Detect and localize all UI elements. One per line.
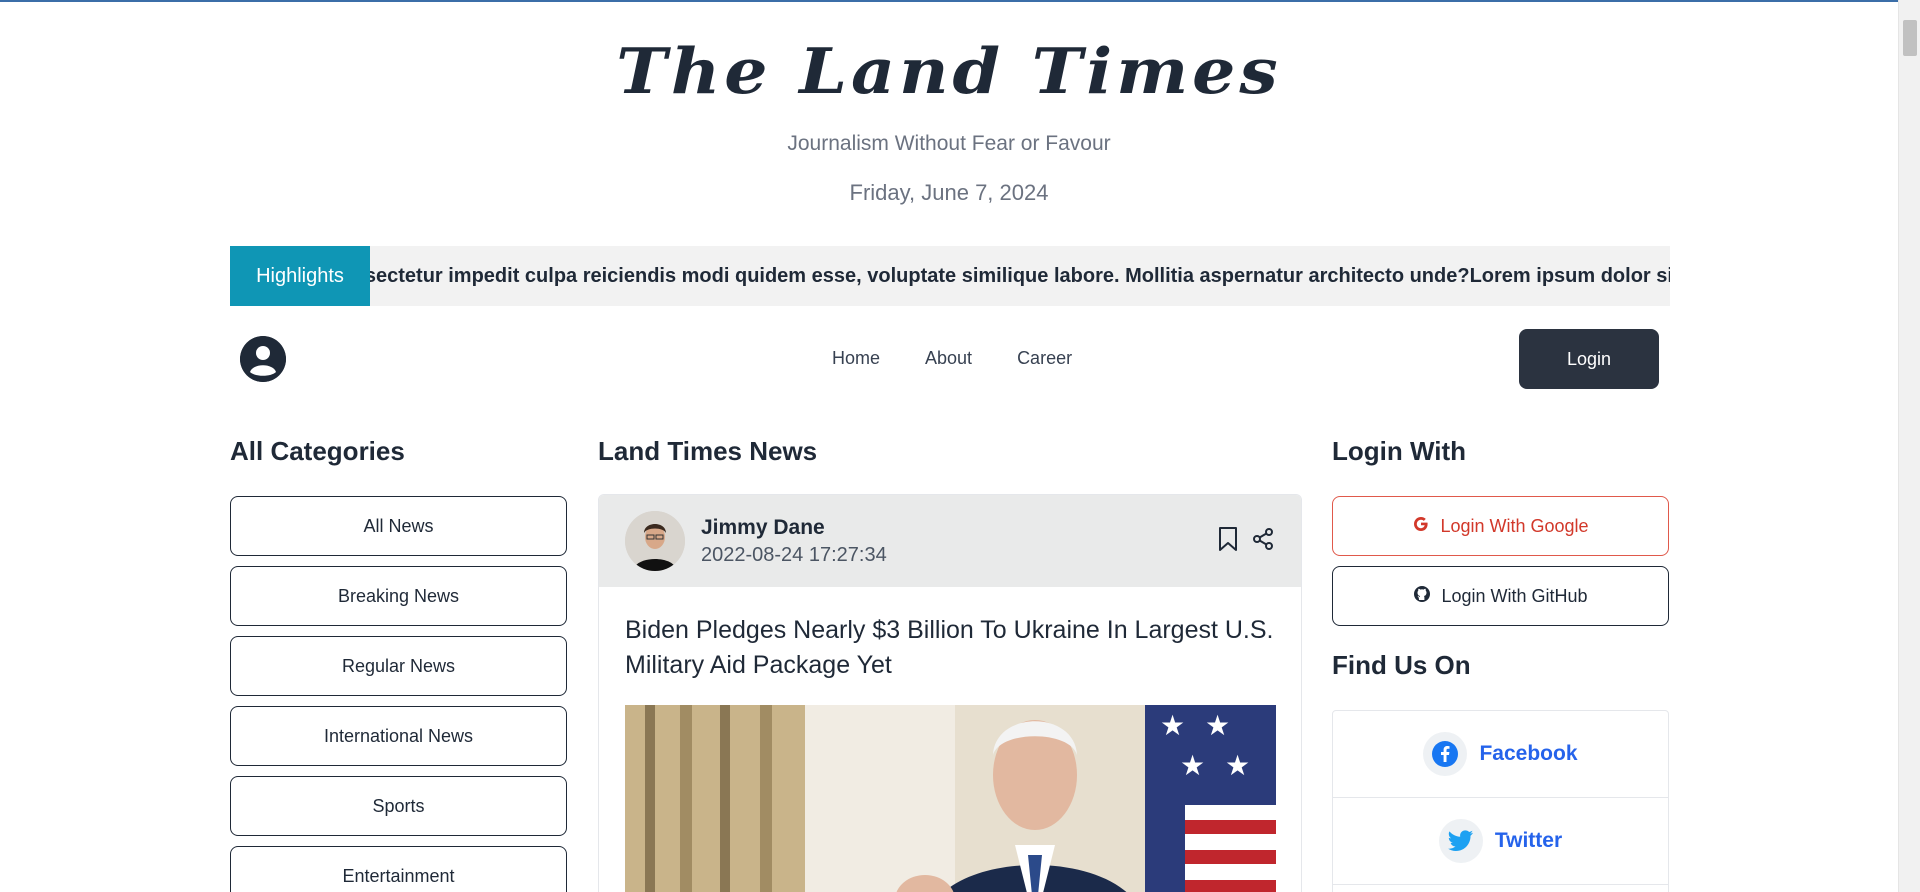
category-regular-news[interactable]: Regular News bbox=[230, 636, 567, 696]
facebook-label: Facebook bbox=[1479, 742, 1578, 765]
category-all-news[interactable]: All News bbox=[230, 496, 567, 556]
window-top-border bbox=[0, 0, 1920, 2]
author-avatar bbox=[625, 511, 685, 571]
share-icon[interactable] bbox=[1251, 527, 1275, 556]
nav-career[interactable]: Career bbox=[1017, 348, 1072, 369]
page-scrollbar[interactable] bbox=[1898, 0, 1920, 892]
nav-about[interactable]: About bbox=[925, 348, 972, 369]
ticker-text: Consectetur impedit culpa reiciendis mod… bbox=[370, 264, 1670, 287]
main-nav: Home About Career bbox=[832, 348, 1072, 369]
github-icon bbox=[1413, 585, 1431, 608]
google-login-button[interactable]: Login With Google bbox=[1332, 496, 1669, 556]
svg-text:★: ★ bbox=[1160, 710, 1185, 741]
svg-text:★: ★ bbox=[1225, 750, 1250, 781]
category-entertainment[interactable]: Entertainment bbox=[230, 846, 567, 892]
github-login-label: Login With GitHub bbox=[1441, 585, 1588, 606]
google-login-label: Login With Google bbox=[1440, 515, 1589, 536]
author-name[interactable]: Jimmy Dane bbox=[701, 516, 887, 540]
news-headline[interactable]: Biden Pledges Nearly $3 Billion To Ukrai… bbox=[599, 587, 1301, 683]
twitter-icon bbox=[1438, 819, 1483, 863]
news-card-header: Jimmy Dane 2022-08-24 17:27:34 bbox=[599, 495, 1301, 587]
find-us-list: Facebook Twitter bbox=[1332, 710, 1669, 892]
post-date: 2022-08-24 17:27:34 bbox=[701, 543, 887, 566]
nav-home[interactable]: Home bbox=[832, 348, 880, 369]
card-actions bbox=[1217, 526, 1275, 557]
google-icon bbox=[1412, 515, 1430, 538]
highlights-bar: Highlights Consectetur impedit culpa rei… bbox=[230, 246, 1670, 306]
site-tagline: Journalism Without Fear or Favour bbox=[787, 132, 1111, 155]
facebook-link[interactable]: Facebook bbox=[1333, 711, 1668, 798]
category-breaking-news[interactable]: Breaking News bbox=[230, 566, 567, 626]
current-date: Friday, June 7, 2024 bbox=[849, 180, 1049, 205]
highlights-ticker[interactable]: Consectetur impedit culpa reiciendis mod… bbox=[370, 265, 1670, 288]
news-image[interactable]: ★ ★ ★ ★ bbox=[625, 705, 1276, 892]
twitter-link[interactable]: Twitter bbox=[1333, 798, 1668, 885]
scrollbar-thumb[interactable] bbox=[1903, 20, 1917, 56]
svg-text:★: ★ bbox=[1205, 710, 1230, 741]
site-logo[interactable]: The Land Times bbox=[0, 35, 1898, 109]
news-card: Jimmy Dane 2022-08-24 17:27:34 Biden Ple… bbox=[598, 494, 1302, 892]
twitter-label: Twitter bbox=[1494, 829, 1563, 852]
find-us-title: Find Us On bbox=[1332, 650, 1471, 680]
login-button[interactable]: Login bbox=[1519, 329, 1659, 389]
facebook-icon bbox=[1423, 732, 1468, 776]
masthead: The Land Times bbox=[0, 32, 1898, 112]
author-meta: Jimmy Dane 2022-08-24 17:27:34 bbox=[701, 516, 887, 567]
highlights-button[interactable]: Highlights bbox=[230, 246, 370, 306]
category-list: All News Breaking News Regular News Inte… bbox=[230, 496, 567, 892]
bookmark-icon[interactable] bbox=[1217, 526, 1239, 557]
github-login-button[interactable]: Login With GitHub bbox=[1332, 566, 1669, 626]
category-sports[interactable]: Sports bbox=[230, 776, 567, 836]
svg-text:★: ★ bbox=[1180, 750, 1205, 781]
category-international-news[interactable]: International News bbox=[230, 706, 567, 766]
login-with-title: Login With bbox=[1332, 436, 1467, 466]
news-section-title: Land Times News bbox=[598, 436, 818, 466]
categories-title: All Categories bbox=[230, 436, 405, 466]
user-avatar-icon[interactable] bbox=[240, 336, 286, 382]
social-login: Login With Google Login With GitHub bbox=[1332, 496, 1669, 636]
